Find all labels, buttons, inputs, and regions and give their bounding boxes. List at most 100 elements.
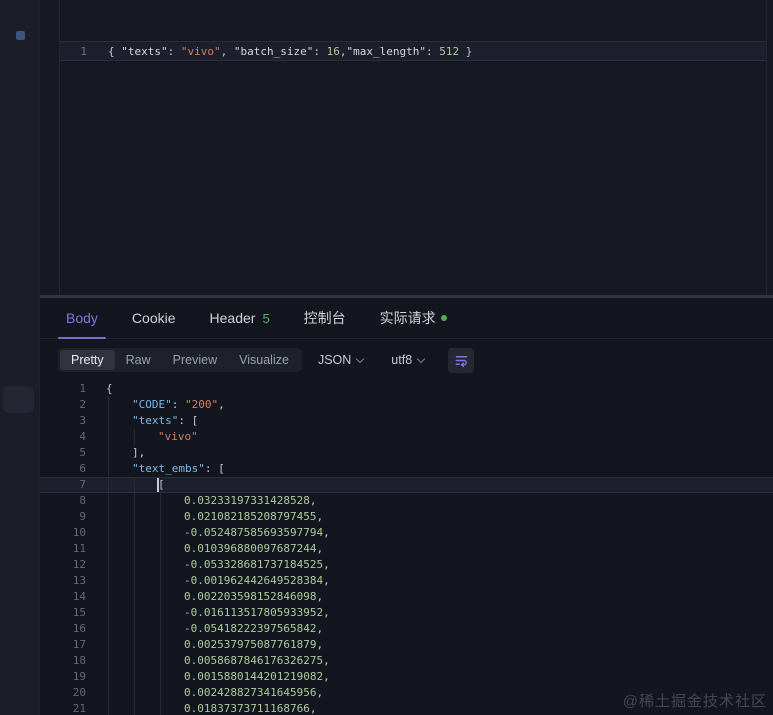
- line-number: 4: [79, 430, 86, 443]
- indent-guide: [134, 589, 135, 605]
- indent-guide: [108, 669, 109, 685]
- code-token: 0.002537975087761879: [184, 638, 317, 651]
- request-json-code: { "texts": "vivo", "batch_size": 16,"max…: [108, 45, 472, 58]
- tab-actual-request[interactable]: 实际请求: [380, 298, 447, 338]
- sidebar-selected-item[interactable]: [3, 386, 34, 413]
- code-token: "batch_size": [233, 44, 314, 58]
- indent-guide: [160, 621, 161, 637]
- indent-guide: [134, 685, 135, 701]
- json-line-12: 12 -0.053328681737184525,: [40, 557, 773, 573]
- indent-guide: [134, 637, 135, 653]
- json-line-9: 9 0.021082185208797455,: [40, 509, 773, 525]
- code-token: ,: [309, 702, 317, 715]
- code-token: {: [108, 44, 122, 58]
- tab-cookie[interactable]: Cookie: [132, 298, 176, 338]
- code-token: "vivo": [180, 44, 221, 58]
- indent-guide: [108, 557, 109, 573]
- json-line-15: 15 -0.016113517805933952,: [40, 605, 773, 621]
- line-number: 13: [72, 574, 86, 587]
- view-mode-pretty[interactable]: Pretty: [60, 350, 115, 370]
- encoding-select[interactable]: utf8: [391, 353, 426, 367]
- indent-guide: [108, 525, 109, 541]
- indent-guide: [108, 685, 109, 701]
- code-token: ,: [316, 510, 324, 523]
- json-code: 0.010396880097687244,: [106, 541, 773, 557]
- indent-guide: [134, 573, 135, 589]
- chevron-down-icon: [416, 354, 426, 363]
- code-token: "vivo": [158, 430, 198, 443]
- indent-guide: [160, 637, 161, 653]
- tab-console[interactable]: 控制台: [304, 298, 346, 338]
- response-toolbar: Pretty Raw Preview Visualize JSON utf8: [58, 347, 773, 373]
- json-code: "text_embs": [: [106, 461, 773, 477]
- line-number: 2: [79, 398, 86, 411]
- line-number: 8: [79, 494, 86, 507]
- format-select[interactable]: JSON: [317, 353, 365, 367]
- code-token: ,: [309, 494, 317, 507]
- indent-guide: [160, 573, 161, 589]
- code-token: ,: [316, 542, 324, 555]
- code-token: ,: [316, 590, 324, 603]
- code-token: :: [171, 398, 185, 411]
- indent-guide: [160, 509, 161, 525]
- indent-guide: [134, 701, 135, 715]
- code-token: :: [204, 462, 219, 475]
- code-token: 0.0058687846176326275: [184, 654, 324, 667]
- indent-guide: [108, 701, 109, 715]
- code-token: ,: [323, 606, 330, 619]
- code-token: ,: [316, 622, 324, 635]
- code-token: -0.052487585693597794: [184, 526, 324, 539]
- code-token: ,: [218, 398, 225, 411]
- line-number: 18: [72, 654, 86, 667]
- response-body-viewer[interactable]: 1{2 "CODE": "200", 3 "texts": [4 "vivo" 5], 6 "…: [40, 381, 773, 715]
- indent-guide: [134, 509, 135, 525]
- code-token: 0.0015880144201219082: [184, 670, 324, 683]
- line-number: 1: [80, 44, 87, 58]
- code-token: "texts": [121, 44, 168, 58]
- tab-body[interactable]: Body: [58, 298, 106, 339]
- code-token: "max_length": [346, 44, 426, 58]
- response-tabs: Body Cookie Header 5 控制台 实际请求: [40, 298, 773, 339]
- request-body-editor[interactable]: 1 { "texts": "vivo", "batch_size": 16,"m…: [40, 0, 773, 295]
- view-mode-raw[interactable]: Raw: [115, 350, 162, 370]
- code-token: [: [191, 414, 199, 427]
- json-line-6: 6 "text_embs": [: [40, 461, 773, 477]
- code-token: 512: [439, 44, 460, 58]
- indent-guide: [160, 605, 161, 621]
- code-token: "texts": [132, 414, 179, 427]
- code-token: :: [178, 414, 192, 427]
- code-token: "200": [185, 398, 219, 411]
- code-token: :: [313, 44, 327, 58]
- json-code: 0.03233197331428528,: [106, 493, 773, 509]
- json-code: 0.0015880144201219082,: [106, 669, 773, 685]
- tab-header[interactable]: Header 5: [210, 298, 270, 338]
- line-number: 20: [72, 686, 86, 699]
- code-token: :: [425, 44, 440, 58]
- view-mode-preview[interactable]: Preview: [162, 350, 228, 370]
- indent-guide: [108, 477, 109, 493]
- json-code: -0.053328681737184525,: [106, 557, 773, 573]
- json-code: 0.0058687846176326275,: [106, 653, 773, 669]
- line-number: 14: [72, 590, 86, 603]
- json-line-11: 11 0.010396880097687244,: [40, 541, 773, 557]
- indent-guide: [108, 397, 109, 413]
- app-logo-icon[interactable]: [16, 31, 25, 40]
- view-mode-visualize[interactable]: Visualize: [228, 350, 300, 370]
- tab-label: Cookie: [131, 310, 176, 326]
- wrap-text-button[interactable]: [448, 347, 475, 373]
- indent-guide: [108, 461, 109, 477]
- indent-guide: [134, 605, 135, 621]
- indent-guide: [160, 541, 161, 557]
- code-token: ,: [323, 670, 330, 683]
- indent-guide: [108, 509, 109, 525]
- json-line-16: 16 -0.05418222397565842,: [40, 621, 773, 637]
- code-token: :: [167, 44, 181, 58]
- editor-right-border: [766, 0, 767, 295]
- code-token: -0.001962442649528384: [184, 574, 324, 587]
- line-number: 16: [72, 622, 86, 635]
- indent-guide: [134, 525, 135, 541]
- indent-guide: [108, 493, 109, 509]
- format-select-label: JSON: [317, 353, 352, 367]
- json-code: 0.002203598152846098,: [106, 589, 773, 605]
- request-editor-line[interactable]: 1 { "texts": "vivo", "batch_size": 16,"m…: [60, 41, 766, 61]
